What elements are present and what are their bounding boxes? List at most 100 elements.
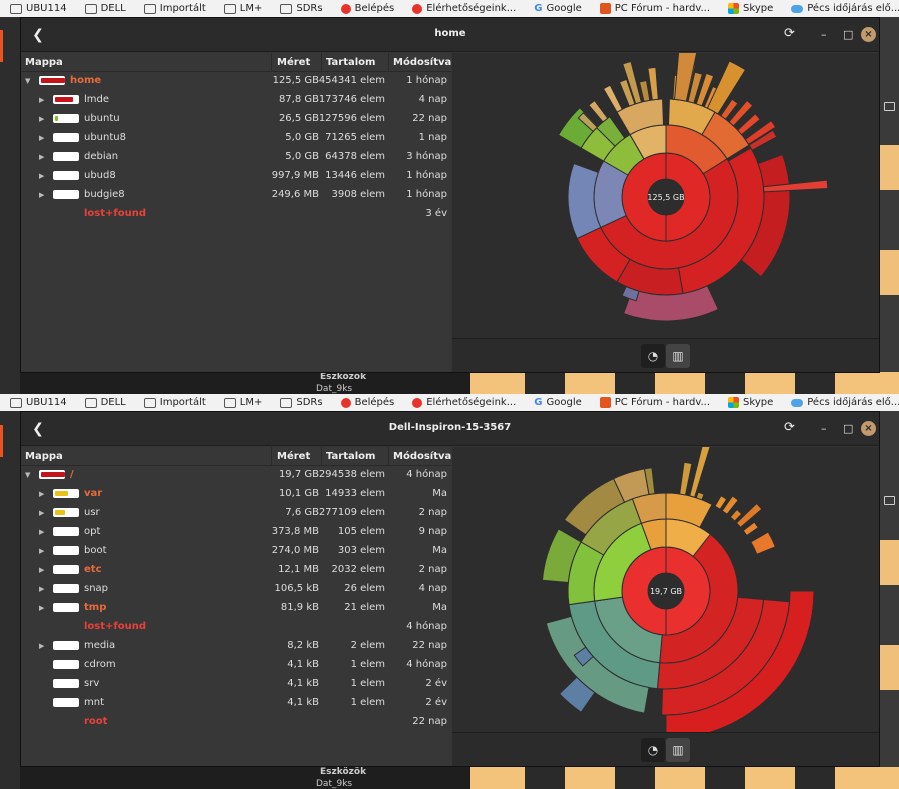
- expander-closed-icon[interactable]: ▶: [39, 566, 44, 574]
- column-header-size[interactable]: Méret: [277, 451, 310, 462]
- ring-3-segment[interactable]: [638, 80, 651, 103]
- rings-chart[interactable]: 19,7 GB: [452, 447, 879, 733]
- minimize-button[interactable]: –: [821, 28, 827, 41]
- ring-3-segment[interactable]: [679, 461, 693, 496]
- treemap-chart-toggle-button[interactable]: ▥: [666, 344, 690, 368]
- reload-button[interactable]: ⟳: [784, 420, 795, 435]
- expander-closed-icon[interactable]: ▶: [39, 153, 44, 161]
- expander-open-icon[interactable]: ▼: [25, 471, 30, 479]
- column-header-contents[interactable]: Tartalom: [326, 57, 375, 68]
- tree-row[interactable]: lost+found 4 hónap: [21, 618, 451, 637]
- bookmark-2[interactable]: Importált: [143, 397, 206, 408]
- tree-row[interactable]: root 22 nap: [21, 713, 451, 732]
- column-header-modified[interactable]: Módosítva: [393, 57, 451, 68]
- expander-closed-icon[interactable]: ▶: [39, 191, 44, 199]
- expander-closed-icon[interactable]: ▶: [39, 509, 44, 517]
- bookmark-2[interactable]: Importált: [143, 3, 206, 14]
- maximize-button[interactable]: □: [843, 422, 853, 435]
- reload-button[interactable]: ⟳: [784, 26, 795, 41]
- background-window-label: Dat_9ks: [316, 384, 353, 394]
- tree-row[interactable]: mnt 4,1 kB 1 elem 2 év: [21, 694, 451, 713]
- rings-chart-toggle-button[interactable]: ◔: [641, 344, 665, 368]
- ring-3-segment[interactable]: [647, 66, 659, 101]
- weather-icon: [791, 4, 804, 13]
- tree-row[interactable]: ▶ usr 7,6 GB 277109 elem 2 nap: [21, 504, 451, 523]
- ring-3-segment[interactable]: [742, 521, 759, 537]
- ring-3-segment[interactable]: [588, 99, 609, 123]
- tree-row[interactable]: srv 4,1 kB 1 elem 2 év: [21, 675, 451, 694]
- bookmark-0[interactable]: UBU114: [10, 397, 67, 408]
- expander-closed-icon[interactable]: ▶: [39, 172, 44, 180]
- ring-3-segment[interactable]: [750, 531, 777, 555]
- bookmark-4[interactable]: SDRs: [280, 397, 323, 408]
- bookmark-5[interactable]: Belépés: [340, 397, 394, 408]
- treemap-chart-toggle-button[interactable]: ▥: [666, 738, 690, 762]
- ring-4-segment[interactable]: [689, 447, 713, 498]
- tree-row[interactable]: ▶ tmp 81,9 kB 21 elem Ma: [21, 599, 451, 618]
- tree-row[interactable]: ▶ ubud8 997,9 MB 13446 elem 1 hónap: [21, 167, 451, 186]
- bookmark-7[interactable]: G Google: [534, 3, 581, 14]
- expander-closed-icon[interactable]: ▶: [39, 528, 44, 536]
- bookmark-3[interactable]: LM+: [223, 3, 262, 14]
- expander-closed-icon[interactable]: ▶: [39, 134, 44, 142]
- expander-closed-icon[interactable]: ▶: [39, 547, 44, 555]
- bookmark-10[interactable]: Pécs időjárás elő...: [791, 3, 899, 14]
- tree-row[interactable]: ▶ boot 274,0 MB 303 elem Ma: [21, 542, 451, 561]
- bookmark-4[interactable]: SDRs: [280, 3, 323, 14]
- tree-row[interactable]: ▶ media 8,2 kB 2 elem 22 nap: [21, 637, 451, 656]
- maximize-button[interactable]: □: [843, 28, 853, 41]
- ring-3-segment[interactable]: [602, 84, 623, 113]
- tree-row[interactable]: ▶ snap 106,5 kB 26 elem 4 nap: [21, 580, 451, 599]
- ring-3-segment[interactable]: [695, 491, 705, 501]
- tree-row[interactable]: ▶ budgie8 249,6 MB 3908 elem 1 hónap: [21, 186, 451, 205]
- bookmark-0[interactable]: UBU114: [10, 3, 67, 14]
- bookmark-1[interactable]: DELL: [84, 397, 126, 408]
- column-header-contents[interactable]: Tartalom: [326, 451, 375, 462]
- expander-closed-icon[interactable]: ▶: [39, 604, 44, 612]
- row-size: 125,5 GB: [272, 75, 319, 86]
- row-contents: 303 elem: [337, 545, 385, 556]
- tree-row[interactable]: ▶ lmde 87,8 GB 173746 elem 4 nap: [21, 91, 451, 110]
- tree-rows: ▼ home 125,5 GB 454341 elem 1 hónap ▶ lmde 87,8…: [21, 72, 451, 224]
- bookmark-6[interactable]: Elérhetőségeink...: [412, 397, 516, 408]
- tree-row[interactable]: ▼ / 19,7 GB 294538 elem 4 hónap: [21, 466, 451, 485]
- tree-row[interactable]: ▶ ubuntu8 5,0 GB 71265 elem 1 nap: [21, 129, 451, 148]
- rings-chart-svg[interactable]: 125,5 GB: [452, 53, 880, 339]
- bookmark-6[interactable]: Elérhetőségeink...: [412, 3, 516, 14]
- expander-open-icon[interactable]: ▼: [25, 77, 30, 85]
- column-header-folder[interactable]: Mappa: [25, 57, 63, 68]
- tree-row[interactable]: cdrom 4,1 kB 1 elem 4 hónap: [21, 656, 451, 675]
- close-button[interactable]: ×: [861, 421, 876, 436]
- tree-row[interactable]: ▶ var 10,1 GB 14933 elem Ma: [21, 485, 451, 504]
- bookmark-8[interactable]: PC Fórum - hardv...: [599, 3, 710, 14]
- expander-closed-icon[interactable]: ▶: [39, 115, 44, 123]
- expander-closed-icon[interactable]: ▶: [39, 96, 44, 104]
- bookmark-3[interactable]: LM+: [223, 397, 262, 408]
- bookmark-9[interactable]: Skype: [728, 3, 773, 14]
- expander-closed-icon[interactable]: ▶: [39, 490, 44, 498]
- tree-row[interactable]: ▶ opt 373,8 MB 105 elem 9 nap: [21, 523, 451, 542]
- expander-closed-icon[interactable]: ▶: [39, 585, 44, 593]
- minimize-button[interactable]: –: [821, 422, 827, 435]
- column-header-modified[interactable]: Módosítva: [393, 451, 451, 462]
- bookmark-8[interactable]: PC Fórum - hardv...: [599, 397, 710, 408]
- window-title: Dell-Inspiron-15-3567: [388, 422, 512, 433]
- row-modified: 22 nap: [412, 113, 447, 124]
- tree-row[interactable]: lost+found 3 év: [21, 205, 451, 224]
- tree-row[interactable]: ▶ debian 5,0 GB 64378 elem 3 hónap: [21, 148, 451, 167]
- bookmark-5[interactable]: Belépés: [340, 3, 394, 14]
- bookmark-1[interactable]: DELL: [84, 3, 126, 14]
- close-button[interactable]: ×: [861, 27, 876, 42]
- tree-row[interactable]: ▼ home 125,5 GB 454341 elem 1 hónap: [21, 72, 451, 91]
- tree-row[interactable]: ▶ etc 12,1 MB 2032 elem 2 nap: [21, 561, 451, 580]
- bookmark-7[interactable]: G Google: [534, 397, 581, 408]
- rings-chart[interactable]: 125,5 GB: [452, 53, 879, 339]
- bookmark-10[interactable]: Pécs időjárás elő...: [791, 397, 899, 408]
- rings-chart-toggle-button[interactable]: ◔: [641, 738, 665, 762]
- rings-chart-svg[interactable]: 19,7 GB: [452, 447, 880, 733]
- column-header-folder[interactable]: Mappa: [25, 451, 63, 462]
- tree-row[interactable]: ▶ ubuntu 26,5 GB 127596 elem 22 nap: [21, 110, 451, 129]
- expander-closed-icon[interactable]: ▶: [39, 642, 44, 650]
- column-header-size[interactable]: Méret: [277, 57, 310, 68]
- bookmark-9[interactable]: Skype: [728, 397, 773, 408]
